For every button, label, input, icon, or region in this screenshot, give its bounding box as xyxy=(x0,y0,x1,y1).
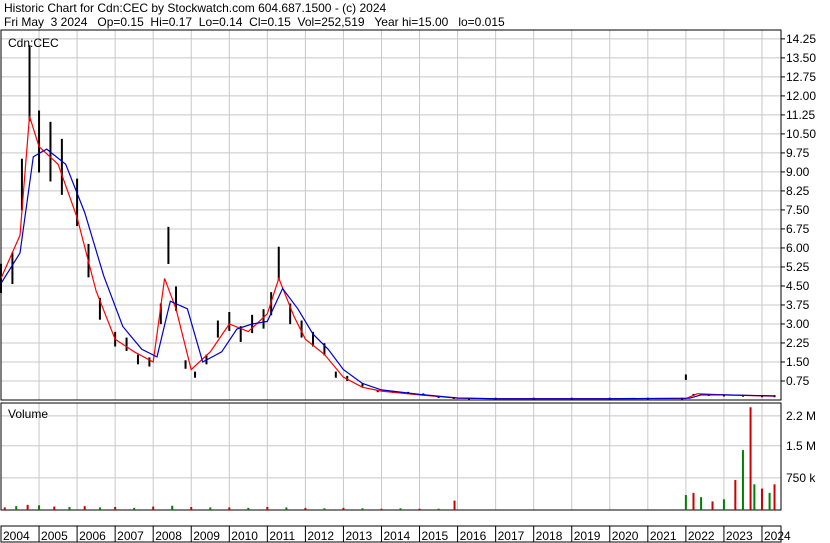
year-axis-labels: 2004 2005 2006 2007 2008 2009 2010 2011 2012 2013… xyxy=(3,529,791,543)
year-tick-label: 2011 xyxy=(269,529,295,543)
volume-bar xyxy=(190,507,193,510)
price-tick-label: 12.75 xyxy=(786,70,816,84)
price-panel-symbol: Cdn:CEC xyxy=(8,36,59,50)
year-tick-label: 2004 xyxy=(3,529,30,543)
volume-bar xyxy=(209,507,212,510)
price-tick-label: 9.75 xyxy=(786,146,810,160)
volume-bar xyxy=(266,507,269,510)
moving-average-short-line xyxy=(0,116,775,400)
year-tick-label: 2019 xyxy=(574,529,601,543)
volume-bar xyxy=(342,507,345,510)
volume-bar xyxy=(133,507,136,510)
volume-bar xyxy=(418,508,421,510)
year-tick-label: 2008 xyxy=(155,529,182,543)
year-tick-label: 2024 xyxy=(764,529,791,543)
year-tick-label: 2014 xyxy=(383,529,410,543)
price-tick-label: 1.50 xyxy=(786,355,810,369)
price-tick-label: 2.25 xyxy=(786,336,810,350)
volume-bar xyxy=(734,480,737,510)
price-panel-frame xyxy=(0,29,782,401)
volume-bar xyxy=(285,507,288,510)
volume-bar xyxy=(453,500,456,510)
volume-bar xyxy=(437,508,440,510)
year-tick-label: 2013 xyxy=(345,529,372,543)
volume-bar xyxy=(711,501,714,510)
stock-chart: 0.75 1.50 2.25 3.00 3.75 4.50 5.25 6.00 6.75 7.50… xyxy=(0,29,816,543)
year-tick-label: 2009 xyxy=(193,529,220,543)
volume-bar xyxy=(247,507,250,510)
price-tick-label: 11.25 xyxy=(786,108,815,122)
price-tick-label: 3.75 xyxy=(786,298,810,312)
volume-bar xyxy=(3,507,6,510)
volume-bar xyxy=(722,499,725,510)
volume-bar xyxy=(68,507,71,510)
volume-bar xyxy=(152,506,155,510)
price-tick-label: 9.00 xyxy=(786,165,810,179)
price-tick-label: 4.50 xyxy=(786,279,810,293)
volume-bar xyxy=(228,507,231,510)
volume-bar xyxy=(760,488,763,510)
volume-panel-label: Volume xyxy=(8,407,48,421)
year-tick-label: 2022 xyxy=(688,529,715,543)
grid-lines xyxy=(0,30,785,542)
volume-bar xyxy=(323,508,326,510)
year-tick-label: 2020 xyxy=(612,529,639,543)
volume-bar xyxy=(749,407,752,510)
volume-bar xyxy=(98,507,101,510)
year-tick-label: 2018 xyxy=(536,529,563,543)
year-tick-label: 2010 xyxy=(231,529,258,543)
volume-bar xyxy=(83,506,86,510)
price-tick-label: 12.00 xyxy=(786,89,816,103)
year-tick-label: 2021 xyxy=(650,529,677,543)
year-tick-label: 2016 xyxy=(460,529,487,543)
year-tick-label: 2017 xyxy=(498,529,525,543)
volume-bar xyxy=(753,484,756,510)
volume-bar xyxy=(773,484,776,510)
price-tick-label: 10.50 xyxy=(786,127,816,141)
price-tick-label: 3.00 xyxy=(786,317,810,331)
moving-average-lines xyxy=(0,116,775,400)
volume-bars xyxy=(3,407,776,510)
volume-bar xyxy=(361,508,364,510)
year-tick-label: 2006 xyxy=(79,529,106,543)
year-tick-label: 2005 xyxy=(41,529,68,543)
volume-bar xyxy=(684,495,687,510)
volume-bar xyxy=(768,492,771,510)
year-tick-label: 2012 xyxy=(307,529,334,543)
price-tick-label: 13.50 xyxy=(786,51,816,65)
volume-bar xyxy=(26,504,29,510)
volume-bar xyxy=(38,505,41,510)
price-tick-label: 7.50 xyxy=(786,203,810,217)
volume-bar xyxy=(399,508,402,510)
volume-bar xyxy=(15,506,18,510)
volume-tick-label: 2.2 M xyxy=(786,409,816,423)
volume-axis-labels: 750 k 1.5 M 2.2 M xyxy=(786,409,816,485)
year-tick-label: 2007 xyxy=(117,529,144,543)
price-axis-labels: 0.75 1.50 2.25 3.00 3.75 4.50 5.25 6.00 6.75 7.50… xyxy=(786,32,816,388)
price-tick-label: 8.25 xyxy=(786,184,810,198)
volume-bar xyxy=(380,508,383,510)
volume-bar xyxy=(171,505,174,510)
volume-tick-label: 750 k xyxy=(786,471,816,485)
price-tick-label: 6.00 xyxy=(786,241,810,255)
price-tick-label: 0.75 xyxy=(786,374,810,388)
price-tick-label: 14.25 xyxy=(786,32,816,46)
volume-bar xyxy=(692,492,695,510)
price-bars xyxy=(0,45,776,400)
moving-average-long-line xyxy=(0,148,775,400)
volume-bar xyxy=(741,450,744,510)
price-tick-label: 5.25 xyxy=(786,260,810,274)
volume-bar xyxy=(700,497,703,510)
volume-tick-label: 1.5 M xyxy=(786,439,816,453)
volume-bar xyxy=(114,507,117,510)
volume-panel-frame xyxy=(0,402,782,511)
volume-bar xyxy=(304,507,307,510)
year-tick-label: 2015 xyxy=(422,529,449,543)
volume-bar xyxy=(53,506,56,510)
year-tick-label: 2023 xyxy=(726,529,753,543)
price-tick-label: 6.75 xyxy=(786,222,810,236)
